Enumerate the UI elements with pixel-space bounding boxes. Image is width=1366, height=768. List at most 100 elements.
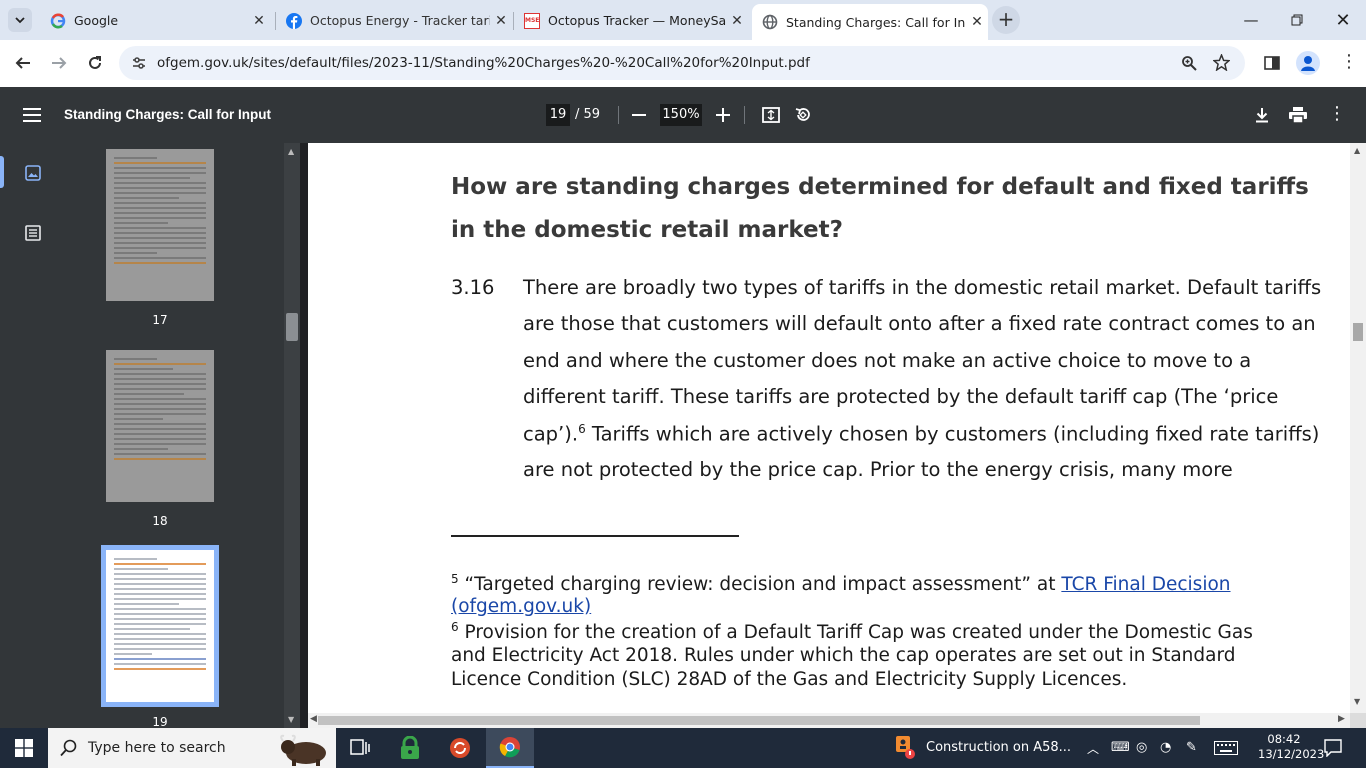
footnote-separator xyxy=(451,535,739,537)
chrome-icon xyxy=(499,737,520,758)
bookmark-star-icon[interactable] xyxy=(1213,54,1230,71)
page-number-input[interactable]: 19 xyxy=(546,104,570,126)
pdf-more-icon[interactable]: ⋮ xyxy=(1328,105,1346,123)
restore-button[interactable] xyxy=(1274,0,1320,40)
section-heading: in the domestic retail market? xyxy=(451,217,843,243)
close-icon[interactable]: ✕ xyxy=(490,13,512,29)
back-button[interactable] xyxy=(8,48,38,78)
padlock-app-icon xyxy=(401,736,419,759)
tcr-final-decision-link[interactable]: TCR Final Decision xyxy=(1061,574,1230,595)
page-horizontal-scrollbar[interactable]: ◀ ▶ xyxy=(308,713,1350,728)
page-thumbnail[interactable] xyxy=(106,149,214,301)
close-icon[interactable]: ✕ xyxy=(726,13,748,29)
page-thumbnail[interactable] xyxy=(106,350,214,502)
tab-moneysaving[interactable]: MSE Octopus Tracker — MoneySavin ✕ xyxy=(514,5,748,36)
zoom-level-input[interactable]: 150% xyxy=(660,104,702,126)
toolbar-divider xyxy=(744,106,745,124)
sidebar-menu-icon[interactable] xyxy=(23,108,41,122)
tcr-final-decision-link[interactable]: (ofgem.gov.uk) xyxy=(451,596,591,617)
fit-to-page-icon[interactable] xyxy=(762,106,780,124)
search-placeholder: Type here to search xyxy=(88,740,226,756)
toolbar: ofgem.gov.uk/sites/default/files/2023-11… xyxy=(0,40,1366,87)
tab-google[interactable]: Google ✕ xyxy=(40,5,270,36)
tab-octopus-facebook[interactable]: Octopus Energy - Tracker tariff ✕ xyxy=(276,5,512,36)
footnote-6: 6 Provision for the creation of a Defaul… xyxy=(451,620,1253,643)
page-scroll-thumb[interactable] xyxy=(1353,323,1363,341)
footnote-text: and Electricity Act 2018. Rules under wh… xyxy=(451,645,1236,666)
taskbar-app-lock[interactable] xyxy=(386,728,434,768)
scroll-up-arrow[interactable]: ▲ xyxy=(288,147,294,156)
task-view-button[interactable] xyxy=(336,728,384,768)
rotate-icon[interactable] xyxy=(794,106,812,124)
windows-start-icon[interactable] xyxy=(15,739,33,757)
tab-standing-charges[interactable]: Standing Charges: Call for Input ✕ xyxy=(752,4,988,40)
reload-button[interactable] xyxy=(80,48,110,78)
page-count: / 59 xyxy=(575,107,601,122)
thumbnail-page-number: 18 xyxy=(152,514,168,528)
facebook-icon xyxy=(286,12,302,29)
print-icon[interactable] xyxy=(1289,107,1307,123)
paragraph-number: 3.16 xyxy=(451,276,495,299)
pdf-title: Standing Charges: Call for Input xyxy=(64,107,272,122)
pen-icon[interactable]: ✎ xyxy=(1186,740,1197,755)
address-bar[interactable]: ofgem.gov.uk/sites/default/files/2023-11… xyxy=(119,46,1245,80)
footnote-reference[interactable]: 6 xyxy=(578,422,586,436)
scroll-left-arrow[interactable]: ◀ xyxy=(310,714,317,724)
close-icon[interactable]: ✕ xyxy=(248,13,270,29)
tab-search-button[interactable] xyxy=(8,8,32,32)
page-hscroll-thumb[interactable] xyxy=(318,716,1200,725)
show-hidden-icons[interactable]: ︿ xyxy=(1087,740,1099,757)
meet-now-icon[interactable]: ◎ xyxy=(1136,740,1147,755)
sidebar-view-selector xyxy=(0,143,66,728)
scroll-up-arrow[interactable]: ▲ xyxy=(1354,146,1360,155)
thumbnail-page-number: 19 xyxy=(152,715,168,728)
zoom-icon[interactable] xyxy=(1181,55,1197,71)
paragraph-line: are not protected by the price cap. Prio… xyxy=(523,458,1233,481)
zoom-in-icon[interactable] xyxy=(716,108,730,122)
taskbar-app-sync[interactable] xyxy=(436,728,484,768)
page-thumbnail-current[interactable] xyxy=(101,545,219,707)
footnote-5: 5 “Targeted charging review: decision an… xyxy=(451,572,1231,595)
keyboard-icon[interactable] xyxy=(1214,741,1238,755)
scroll-down-arrow[interactable]: ▼ xyxy=(1354,697,1360,706)
site-settings-icon[interactable] xyxy=(131,55,147,71)
sidebar-scroll-thumb[interactable] xyxy=(286,313,298,341)
download-icon[interactable] xyxy=(1254,107,1270,123)
google-icon xyxy=(50,13,66,28)
footnote-text: Licence Condition (SLC) 28AD of the Gas … xyxy=(451,669,1128,690)
clock-time: 08:42 xyxy=(1267,732,1301,746)
new-tab-button[interactable]: + xyxy=(992,6,1020,34)
taskbar-search-box[interactable]: Type here to search xyxy=(48,728,336,768)
scroll-right-arrow[interactable]: ▶ xyxy=(1338,714,1345,724)
tab-title: Octopus Tracker — MoneySavin xyxy=(548,13,726,28)
sync-app-icon xyxy=(450,738,470,758)
page-vertical-scrollbar[interactable]: ▲ ▼ xyxy=(1350,143,1366,713)
forward-button[interactable] xyxy=(44,48,74,78)
url-text: ofgem.gov.uk/sites/default/files/2023-11… xyxy=(157,55,810,71)
close-icon[interactable]: ✕ xyxy=(966,14,988,30)
profile-avatar[interactable] xyxy=(1296,51,1320,75)
pdf-page: How are standing charges determined for … xyxy=(308,143,1350,713)
tab-strip: Google ✕ Octopus Energy - Tracker tariff… xyxy=(0,0,1366,40)
notification-center-icon[interactable] xyxy=(1324,739,1342,757)
document-outline-icon[interactable] xyxy=(25,225,41,241)
sidebar-scrollbar[interactable]: ▲ ▼ xyxy=(284,143,300,728)
paragraph-line: end and where the customer does not make… xyxy=(523,349,1252,372)
minimize-button[interactable]: — xyxy=(1228,0,1274,40)
sidebar-divider xyxy=(300,143,308,728)
system-clock[interactable]: 08:42 13/12/2023 xyxy=(1258,732,1324,762)
thumbnails-icon[interactable] xyxy=(25,165,41,181)
side-panel-icon[interactable] xyxy=(1264,55,1280,71)
news-notification-text[interactable]: Construction on A58... xyxy=(926,740,1071,755)
wifi-icon[interactable]: ◔ xyxy=(1160,740,1171,755)
taskbar-app-chrome[interactable] xyxy=(486,728,534,768)
window-close-button[interactable]: ✕ xyxy=(1320,0,1366,40)
footnote-text: Provision for the creation of a Default … xyxy=(464,622,1253,644)
tab-title: Octopus Energy - Tracker tariff xyxy=(310,13,490,28)
traffic-warning-icon[interactable] xyxy=(894,736,918,760)
yak-search-highlight-icon xyxy=(280,734,326,766)
input-method-icon[interactable]: ⌨ xyxy=(1111,740,1130,755)
zoom-out-icon[interactable] xyxy=(632,108,646,122)
scroll-down-arrow[interactable]: ▼ xyxy=(288,715,294,724)
browser-menu-icon[interactable]: ⋮ xyxy=(1340,53,1358,71)
